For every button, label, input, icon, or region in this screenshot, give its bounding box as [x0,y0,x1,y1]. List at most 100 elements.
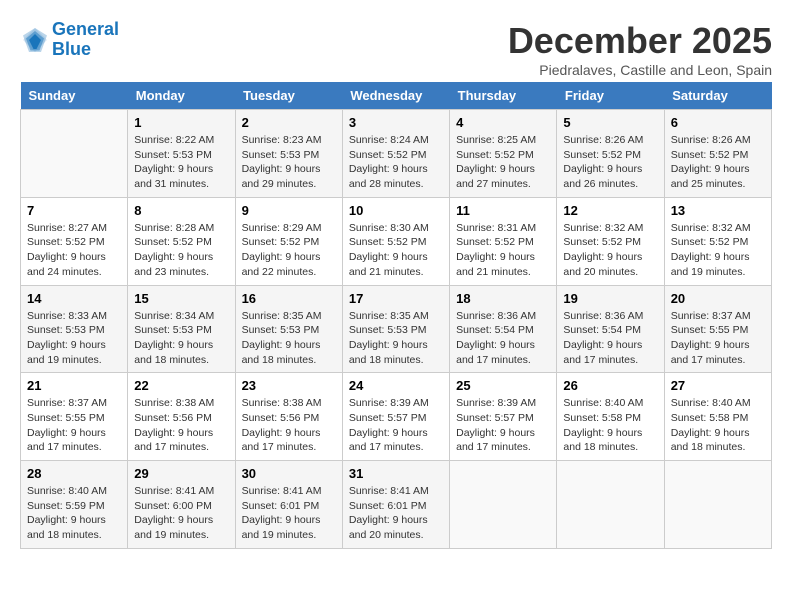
day-number: 17 [349,291,443,306]
day-cell: 9Sunrise: 8:29 AMSunset: 5:52 PMDaylight… [235,197,342,285]
month-title: December 2025 [508,20,772,62]
day-cell: 21 Sunrise: 8:37 AMSunset: 5:55 PMDayligh… [21,373,128,461]
day-number: 11 [456,203,550,218]
day-cell: 18 Sunrise: 8:36 AMSunset: 5:54 PMDayligh… [450,285,557,373]
week-row-4: 21 Sunrise: 8:37 AMSunset: 5:55 PMDayligh… [21,373,772,461]
day-cell: 24Sunrise: 8:39 AMSunset: 5:57 PMDayligh… [342,373,449,461]
day-info: Sunrise: 8:30 AMSunset: 5:52 PMDaylight:… [349,221,443,280]
day-info: Sunrise: 8:22 AMSunset: 5:53 PMDaylight:… [134,133,228,192]
day-cell: 11 Sunrise: 8:31 AMSunset: 5:52 PMDayligh… [450,197,557,285]
day-number: 19 [563,291,657,306]
day-number: 23 [242,378,336,393]
logo-line1: General [52,19,119,39]
weekday-header-thursday: Thursday [450,82,557,110]
day-number: 6 [671,115,765,130]
logo-text: General Blue [52,20,119,60]
day-number: 2 [242,115,336,130]
day-cell: 6 Sunrise: 8:26 AMSunset: 5:52 PMDaylight… [664,110,771,198]
day-cell: 5 Sunrise: 8:26 AMSunset: 5:52 PMDaylight… [557,110,664,198]
day-info: Sunrise: 8:36 AMSunset: 5:54 PMDaylight:… [456,309,550,368]
page-header: General Blue December 2025 Piedralaves, … [20,20,772,78]
day-number: 21 [27,378,121,393]
day-info: Sunrise: 8:37 AMSunset: 5:55 PMDaylight:… [671,309,765,368]
day-number: 4 [456,115,550,130]
day-number: 16 [242,291,336,306]
logo-icon [20,25,50,55]
weekday-header-wednesday: Wednesday [342,82,449,110]
weekday-header-tuesday: Tuesday [235,82,342,110]
day-info: Sunrise: 8:40 AMSunset: 5:58 PMDaylight:… [671,396,765,455]
day-info: Sunrise: 8:38 AMSunset: 5:56 PMDaylight:… [134,396,228,455]
day-cell: 16 Sunrise: 8:35 AMSunset: 5:53 PMDayligh… [235,285,342,373]
day-info: Sunrise: 8:23 AMSunset: 5:53 PMDaylight:… [242,133,336,192]
week-row-5: 28 Sunrise: 8:40 AMSunset: 5:59 PMDayligh… [21,461,772,549]
day-info: Sunrise: 8:24 AMSunset: 5:52 PMDaylight:… [349,133,443,192]
day-info: Sunrise: 8:28 AMSunset: 5:52 PMDaylight:… [134,221,228,280]
title-block: December 2025 Piedralaves, Castille and … [508,20,772,78]
week-row-1: 1 Sunrise: 8:22 AMSunset: 5:53 PMDaylight… [21,110,772,198]
day-info: Sunrise: 8:38 AMSunset: 5:56 PMDaylight:… [242,396,336,455]
weekday-header-friday: Friday [557,82,664,110]
day-cell: 7Sunrise: 8:27 AMSunset: 5:52 PMDaylight… [21,197,128,285]
day-info: Sunrise: 8:32 AMSunset: 5:52 PMDaylight:… [563,221,657,280]
day-info: Sunrise: 8:33 AMSunset: 5:53 PMDaylight:… [27,309,121,368]
day-info: Sunrise: 8:35 AMSunset: 5:53 PMDaylight:… [349,309,443,368]
day-info: Sunrise: 8:26 AMSunset: 5:52 PMDaylight:… [671,133,765,192]
day-info: Sunrise: 8:34 AMSunset: 5:53 PMDaylight:… [134,309,228,368]
day-cell: 2 Sunrise: 8:23 AMSunset: 5:53 PMDaylight… [235,110,342,198]
day-info: Sunrise: 8:25 AMSunset: 5:52 PMDaylight:… [456,133,550,192]
day-cell: 31 Sunrise: 8:41 AMSunset: 6:01 PMDayligh… [342,461,449,549]
day-info: Sunrise: 8:32 AMSunset: 5:52 PMDaylight:… [671,221,765,280]
day-cell: 12Sunrise: 8:32 AMSunset: 5:52 PMDayligh… [557,197,664,285]
day-number: 31 [349,466,443,481]
day-cell: 25 Sunrise: 8:39 AMSunset: 5:57 PMDayligh… [450,373,557,461]
day-info: Sunrise: 8:40 AMSunset: 5:58 PMDaylight:… [563,396,657,455]
calendar-table: SundayMondayTuesdayWednesdayThursdayFrid… [20,82,772,549]
day-number: 30 [242,466,336,481]
day-number: 25 [456,378,550,393]
day-cell: 20 Sunrise: 8:37 AMSunset: 5:55 PMDayligh… [664,285,771,373]
day-cell: 14Sunrise: 8:33 AMSunset: 5:53 PMDayligh… [21,285,128,373]
day-number: 9 [242,203,336,218]
day-cell: 19 Sunrise: 8:36 AMSunset: 5:54 PMDayligh… [557,285,664,373]
day-info: Sunrise: 8:26 AMSunset: 5:52 PMDaylight:… [563,133,657,192]
logo: General Blue [20,20,119,60]
day-number: 13 [671,203,765,218]
day-number: 24 [349,378,443,393]
day-number: 18 [456,291,550,306]
day-info: Sunrise: 8:37 AMSunset: 5:55 PMDaylight:… [27,396,121,455]
day-cell [664,461,771,549]
day-cell: 15 Sunrise: 8:34 AMSunset: 5:53 PMDayligh… [128,285,235,373]
day-cell: 10Sunrise: 8:30 AMSunset: 5:52 PMDayligh… [342,197,449,285]
week-row-3: 14Sunrise: 8:33 AMSunset: 5:53 PMDayligh… [21,285,772,373]
day-number: 5 [563,115,657,130]
day-number: 15 [134,291,228,306]
day-cell: 27 Sunrise: 8:40 AMSunset: 5:58 PMDayligh… [664,373,771,461]
day-info: Sunrise: 8:41 AMSunset: 6:01 PMDaylight:… [349,484,443,543]
day-cell: 30 Sunrise: 8:41 AMSunset: 6:01 PMDayligh… [235,461,342,549]
day-cell [450,461,557,549]
day-cell: 13 Sunrise: 8:32 AMSunset: 5:52 PMDayligh… [664,197,771,285]
day-info: Sunrise: 8:40 AMSunset: 5:59 PMDaylight:… [27,484,121,543]
day-cell: 26Sunrise: 8:40 AMSunset: 5:58 PMDayligh… [557,373,664,461]
weekday-header-row: SundayMondayTuesdayWednesdayThursdayFrid… [21,82,772,110]
day-info: Sunrise: 8:35 AMSunset: 5:53 PMDaylight:… [242,309,336,368]
day-number: 27 [671,378,765,393]
day-cell: 17 Sunrise: 8:35 AMSunset: 5:53 PMDayligh… [342,285,449,373]
day-info: Sunrise: 8:39 AMSunset: 5:57 PMDaylight:… [456,396,550,455]
weekday-header-monday: Monday [128,82,235,110]
day-info: Sunrise: 8:31 AMSunset: 5:52 PMDaylight:… [456,221,550,280]
day-number: 1 [134,115,228,130]
weekday-header-saturday: Saturday [664,82,771,110]
day-cell: 22 Sunrise: 8:38 AMSunset: 5:56 PMDayligh… [128,373,235,461]
day-number: 20 [671,291,765,306]
day-number: 28 [27,466,121,481]
day-info: Sunrise: 8:41 AMSunset: 6:01 PMDaylight:… [242,484,336,543]
location: Piedralaves, Castille and Leon, Spain [508,62,772,78]
day-info: Sunrise: 8:36 AMSunset: 5:54 PMDaylight:… [563,309,657,368]
day-number: 22 [134,378,228,393]
day-cell: 28 Sunrise: 8:40 AMSunset: 5:59 PMDayligh… [21,461,128,549]
day-cell: 8 Sunrise: 8:28 AMSunset: 5:52 PMDaylight… [128,197,235,285]
day-number: 8 [134,203,228,218]
day-cell [21,110,128,198]
